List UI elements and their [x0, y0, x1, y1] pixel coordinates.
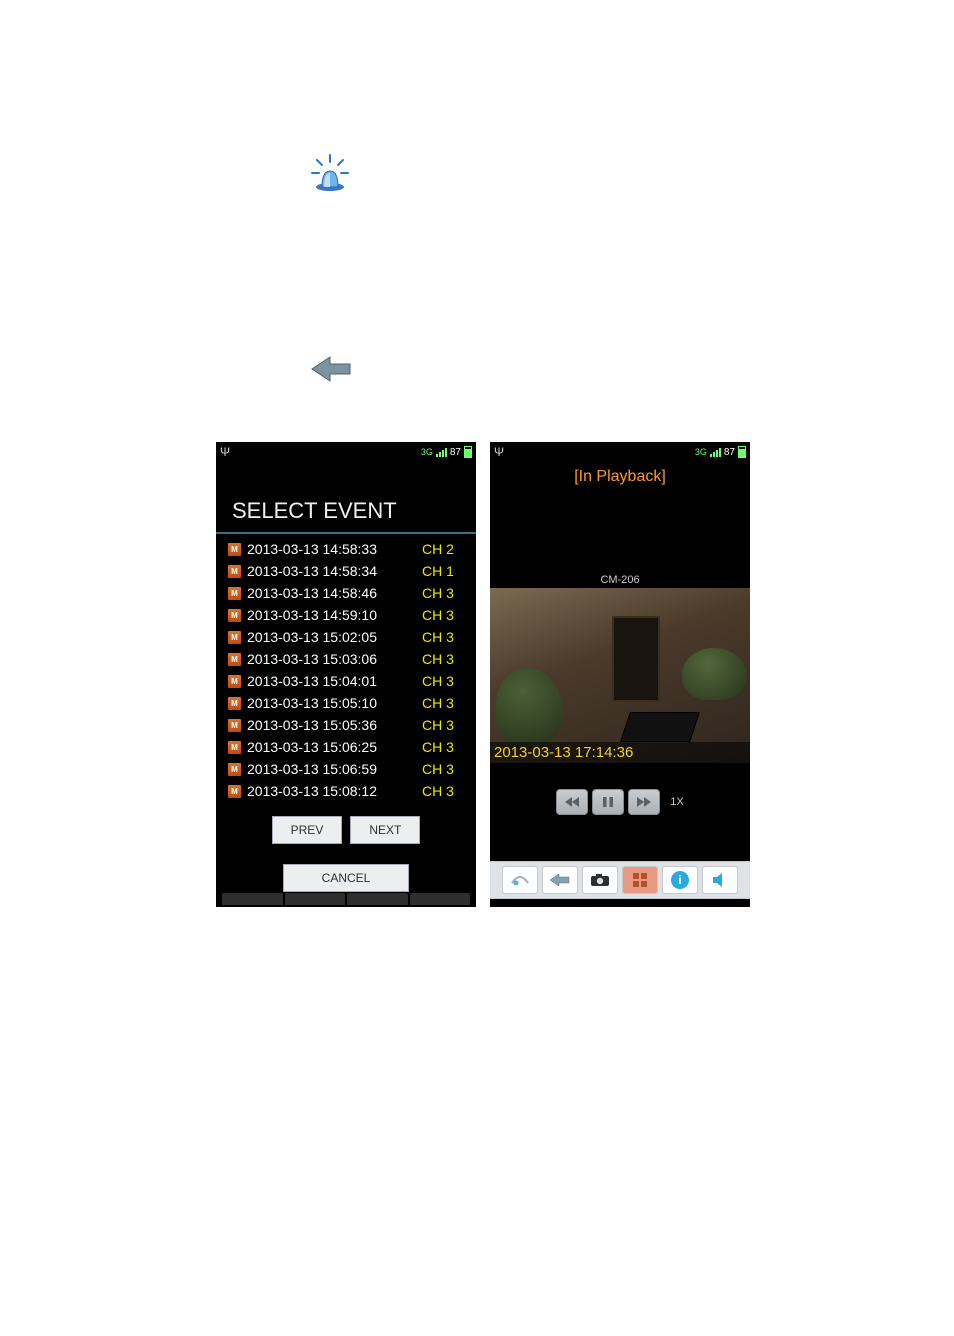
snapshot-button[interactable] [582, 866, 618, 894]
event-list: M 2013-03-13 14:58:33 CH 2 M 2013-03-13 14:5… [216, 538, 476, 802]
motion-icon: M [228, 697, 241, 710]
event-row[interactable]: M 2013-03-13 15:04:01 CH 3 [224, 670, 468, 692]
page-title: SELECT EVENT [216, 498, 476, 532]
status-bar: Ψ 3G 87 [490, 442, 750, 462]
title-divider [216, 532, 476, 534]
event-row[interactable]: M 2013-03-13 15:06:25 CH 3 [224, 736, 468, 758]
bottom-toolbar: i [490, 861, 750, 899]
motion-icon: M [228, 653, 241, 666]
motion-icon: M [228, 543, 241, 556]
event-channel: CH 3 [422, 739, 464, 755]
event-channel: CH 2 [422, 541, 464, 557]
event-time: 2013-03-13 15:02:05 [247, 629, 416, 645]
back-icon [310, 354, 355, 384]
android-soft-keys [216, 891, 476, 907]
prev-button[interactable]: PREV [272, 816, 343, 844]
ptz-button[interactable] [502, 866, 538, 894]
event-time: 2013-03-13 15:04:01 [247, 673, 416, 689]
playback-screen: Ψ 3G 87 [In Playback] CM-206 2013-03-13 … [490, 442, 750, 907]
back-button[interactable] [542, 866, 578, 894]
event-channel: CH 3 [422, 783, 464, 799]
multi-view-button[interactable] [622, 866, 658, 894]
event-row[interactable]: M 2013-03-13 15:06:59 CH 3 [224, 758, 468, 780]
event-channel: CH 3 [422, 585, 464, 601]
event-row[interactable]: M 2013-03-13 14:58:33 CH 2 [224, 538, 468, 560]
event-time: 2013-03-13 14:58:46 [247, 585, 416, 601]
event-channel: CH 3 [422, 629, 464, 645]
event-time: 2013-03-13 15:05:10 [247, 695, 416, 711]
event-time: 2013-03-13 15:06:59 [247, 761, 416, 777]
event-time: 2013-03-13 14:58:33 [247, 541, 416, 557]
event-channel: CH 3 [422, 673, 464, 689]
event-time: 2013-03-13 14:58:34 [247, 563, 416, 579]
camera-name-label: CM-206 [490, 572, 750, 588]
signal-icon [710, 447, 721, 457]
event-row[interactable]: M 2013-03-13 15:05:36 CH 3 [224, 714, 468, 736]
motion-icon: M [228, 763, 241, 776]
video-frame[interactable]: 2013-03-13 17:14:36 [490, 588, 750, 763]
event-time: 2013-03-13 15:06:25 [247, 739, 416, 755]
motion-icon: M [228, 719, 241, 732]
event-time: 2013-03-13 15:08:12 [247, 783, 416, 799]
event-row[interactable]: M 2013-03-13 14:58:46 CH 3 [224, 582, 468, 604]
event-time: 2013-03-13 15:03:06 [247, 651, 416, 667]
event-time: 2013-03-13 14:59:10 [247, 607, 416, 623]
status-bar: Ψ 3G 87 [216, 442, 476, 462]
event-row[interactable]: M 2013-03-13 15:08:12 CH 3 [224, 780, 468, 802]
playback-controls: 1X [490, 789, 750, 815]
threeg-icon: 3G [695, 448, 707, 457]
alarm-icon [310, 152, 350, 194]
info-button[interactable]: i [662, 866, 698, 894]
event-row[interactable]: M 2013-03-13 15:05:10 CH 3 [224, 692, 468, 714]
event-channel: CH 3 [422, 761, 464, 777]
rewind-button[interactable] [556, 789, 588, 815]
battery-level: 87 [450, 447, 461, 458]
playback-speed: 1X [670, 796, 683, 808]
battery-icon [738, 446, 746, 458]
motion-icon: M [228, 609, 241, 622]
playback-timestamp: 2013-03-13 17:14:36 [490, 742, 750, 763]
threeg-icon: 3G [421, 448, 433, 457]
usb-icon: Ψ [220, 445, 230, 459]
info-icon: i [671, 871, 689, 889]
event-row[interactable]: M 2013-03-13 15:02:05 CH 3 [224, 626, 468, 648]
event-list-screen: Ψ 3G 87 SELECT EVENT M 2013-03-13 14:58:3… [216, 442, 476, 907]
motion-icon: M [228, 565, 241, 578]
signal-icon [436, 447, 447, 457]
motion-icon: M [228, 631, 241, 644]
event-channel: CH 3 [422, 717, 464, 733]
event-channel: CH 1 [422, 563, 464, 579]
event-time: 2013-03-13 15:05:36 [247, 717, 416, 733]
motion-icon: M [228, 785, 241, 798]
forward-button[interactable] [628, 789, 660, 815]
event-row[interactable]: M 2013-03-13 15:03:06 CH 3 [224, 648, 468, 670]
battery-level: 87 [724, 447, 735, 458]
motion-icon: M [228, 675, 241, 688]
playback-mode-label: [In Playback] [490, 468, 750, 492]
motion-icon: M [228, 587, 241, 600]
pause-button[interactable] [592, 789, 624, 815]
usb-icon: Ψ [494, 445, 504, 459]
battery-icon [464, 446, 472, 458]
next-button[interactable]: NEXT [350, 816, 420, 844]
motion-icon: M [228, 741, 241, 754]
audio-button[interactable] [702, 866, 738, 894]
cancel-button[interactable]: CANCEL [283, 864, 410, 892]
event-row[interactable]: M 2013-03-13 14:59:10 CH 3 [224, 604, 468, 626]
event-channel: CH 3 [422, 651, 464, 667]
event-row[interactable]: M 2013-03-13 14:58:34 CH 1 [224, 560, 468, 582]
event-channel: CH 3 [422, 695, 464, 711]
event-channel: CH 3 [422, 607, 464, 623]
